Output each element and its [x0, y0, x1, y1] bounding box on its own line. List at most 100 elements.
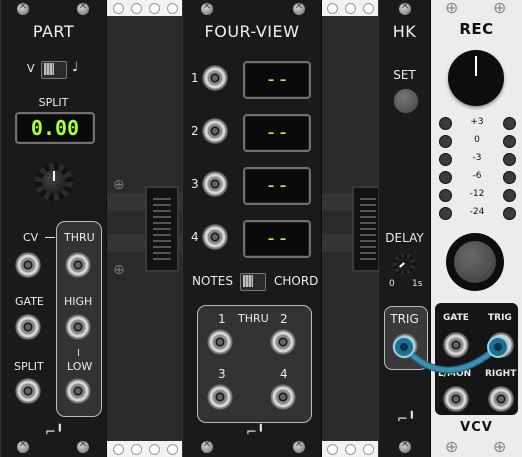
hk-module: HK SET DELAY 0 1s TRIG ⌐╹: [378, 0, 431, 457]
thru-output-jack[interactable]: [65, 252, 91, 278]
display-value: --: [264, 120, 290, 144]
screw-icon: [77, 1, 89, 15]
blank-panel: ⊕ ⊕: [107, 0, 182, 457]
meter-led: [439, 135, 452, 148]
row-number: 3: [191, 177, 199, 191]
meter-led: [503, 207, 516, 220]
chord-label: CHORD: [274, 274, 319, 288]
screw-plus-icon: ⊕: [445, 437, 459, 456]
screw-icon: [399, 439, 411, 453]
delay-label: DELAY: [385, 231, 424, 245]
cv-input-jack[interactable]: [15, 252, 41, 278]
high-label: HIGH: [64, 295, 93, 308]
high-output-jack[interactable]: [65, 314, 91, 340]
record-button[interactable]: [446, 233, 504, 291]
lmon-label: L/MON: [438, 369, 472, 379]
left-input-jack[interactable]: [443, 386, 469, 412]
trig-output-jack[interactable]: [392, 333, 418, 359]
set-label: SET: [393, 68, 416, 82]
logo-icon: ⌐╹: [45, 425, 64, 440]
meter-label: -12: [469, 189, 485, 199]
brand-logo: VCV: [460, 420, 493, 435]
meter-label: -6: [472, 171, 482, 181]
screw-icon: [293, 1, 305, 15]
right-input-jack[interactable]: [488, 386, 514, 412]
screw-plus-icon: ⊕: [493, 0, 507, 17]
split-input-jack[interactable]: [15, 378, 41, 404]
screw-icon: [77, 439, 89, 453]
gain-knob[interactable]: [448, 50, 504, 106]
meter-label: 0: [474, 135, 480, 145]
meter-led: [439, 117, 452, 130]
ribbon-connector: [145, 186, 179, 272]
meter-label: +3: [470, 117, 484, 127]
meter-led: [439, 171, 452, 184]
out-3-label: 3: [218, 367, 226, 381]
output-jack-1[interactable]: [207, 329, 233, 355]
split-value: 0.00: [30, 116, 80, 140]
mode-switch[interactable]: [240, 273, 266, 291]
display-value: --: [264, 226, 290, 250]
module-title: PART: [32, 22, 75, 41]
ribbon-connector: [352, 186, 380, 272]
meter-led: [503, 189, 516, 202]
module-title: REC: [459, 20, 494, 38]
output-jack-4[interactable]: [270, 384, 296, 410]
row-number: 4: [191, 230, 199, 244]
unit-switch[interactable]: [41, 61, 67, 79]
display-value: --: [264, 67, 290, 91]
meter-led: [503, 171, 516, 184]
trig-input-jack[interactable]: [488, 332, 514, 358]
split-display: 0.00: [15, 112, 95, 144]
trig-label: TRIG: [390, 312, 419, 326]
meter-label: -24: [469, 207, 485, 217]
delay-max-label: 1s: [412, 279, 423, 289]
delay-knob[interactable]: [393, 253, 415, 275]
cv-label: CV: [23, 231, 39, 244]
input-jack-3[interactable]: [202, 171, 228, 197]
meter-led: [439, 189, 452, 202]
gate-label: GATE: [15, 295, 44, 308]
note-mode-icon: ♩: [72, 60, 79, 75]
gate-input-jack[interactable]: [15, 314, 41, 340]
output-jack-2[interactable]: [270, 329, 296, 355]
logo-icon: ⌐╹: [246, 425, 265, 440]
part-module: PART V ♩ SPLIT 0.00 CV GATE SPLIT THRU H…: [0, 0, 107, 457]
low-label: LOW: [67, 360, 93, 373]
note-display-2: --: [243, 114, 311, 152]
screw-strip: [322, 441, 378, 457]
right-label: RIGHT: [485, 369, 517, 379]
screw-icon: [293, 439, 305, 453]
note-display-4: --: [243, 220, 311, 258]
screw-strip: [322, 0, 378, 16]
meter-led: [503, 117, 516, 130]
set-button[interactable]: [393, 88, 419, 114]
trig-label: TRIG: [488, 313, 512, 323]
screw-plus-icon: ⊕: [493, 437, 507, 456]
logo-icon: ⌐╹: [397, 412, 416, 427]
delay-min-label: 0: [389, 279, 395, 289]
screw-strip: [107, 441, 182, 457]
input-jack-4[interactable]: [202, 224, 228, 250]
note-display-1: --: [243, 61, 311, 99]
gate-input-jack[interactable]: [443, 332, 469, 358]
out-4-label: 4: [280, 367, 288, 381]
four-view-module: FOUR-VIEW 1 -- 2 -- 3 -- 4 -- NOTES CHOR…: [182, 0, 322, 457]
meter-label: -3: [472, 153, 482, 163]
input-jack-1[interactable]: [202, 65, 228, 91]
meter-led: [439, 153, 452, 166]
row-number: 1: [191, 71, 199, 85]
module-title: HK: [392, 22, 417, 41]
input-jack-2[interactable]: [202, 118, 228, 144]
module-title: FOUR-VIEW: [204, 22, 300, 41]
split-knob[interactable]: [35, 163, 73, 201]
output-jack-3[interactable]: [207, 384, 233, 410]
meter-led: [439, 207, 452, 220]
split-label: SPLIT: [38, 96, 69, 109]
split-input-label: SPLIT: [14, 360, 44, 373]
low-output-jack[interactable]: [65, 378, 91, 404]
screw-icon: [17, 439, 29, 453]
out-2-label: 2: [280, 312, 288, 326]
out-1-label: 1: [218, 312, 226, 326]
mount-plus-icon: ⊕: [113, 262, 125, 278]
